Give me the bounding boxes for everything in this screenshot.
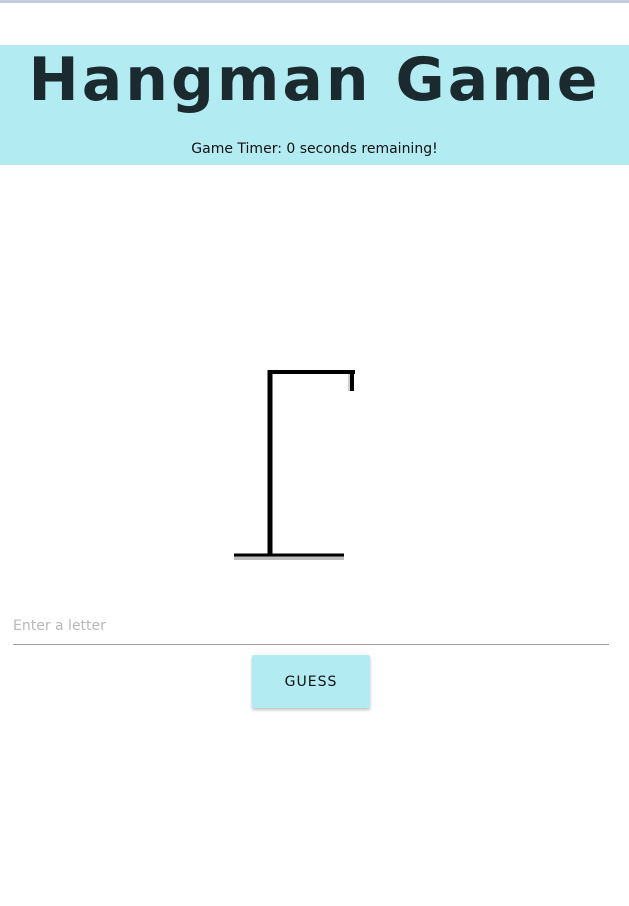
window-top-border [0,0,629,3]
game-timer: Game Timer: 0 seconds remaining! [191,141,438,157]
page-title: Hangman Game [28,45,601,115]
guess-button[interactable]: GUESS [252,655,370,708]
letter-input[interactable] [13,608,609,645]
hangman-gallows-icon [234,370,355,560]
